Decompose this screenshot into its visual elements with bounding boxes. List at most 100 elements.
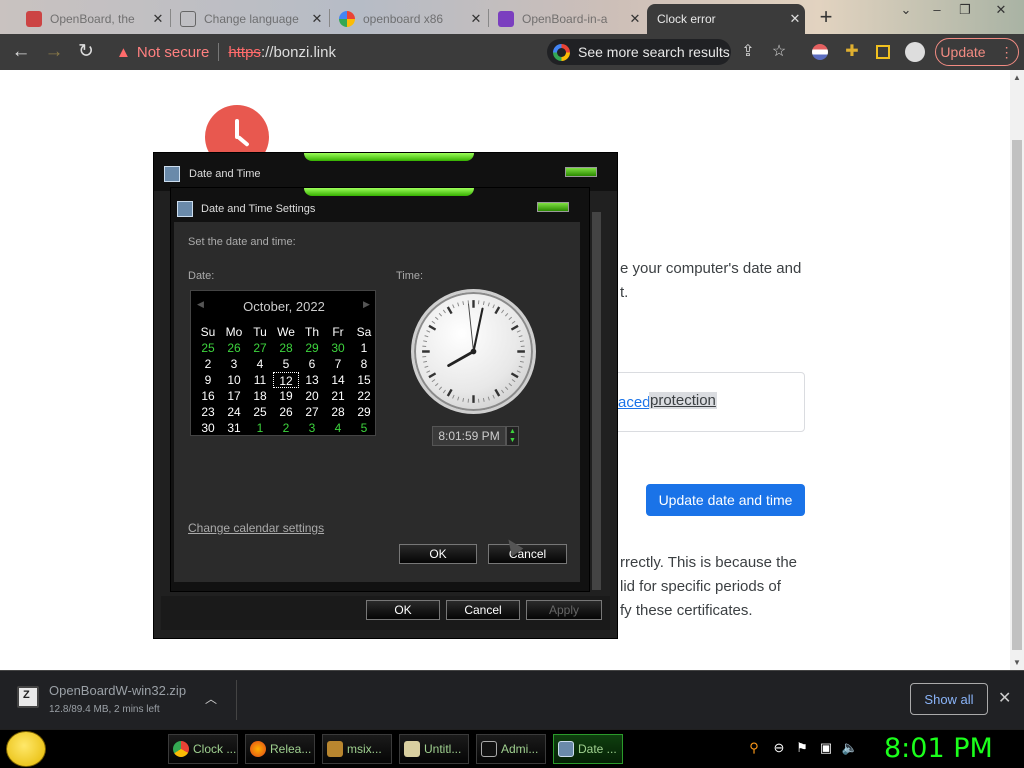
menu-dots-icon[interactable]: ⋮ — [1000, 44, 1014, 61]
restore-icon[interactable]: ❐ — [954, 0, 976, 22]
calendar-day[interactable]: 4 — [247, 356, 273, 372]
calendar-day[interactable]: 2 — [273, 420, 299, 436]
close-tab-icon[interactable]: ✕ — [307, 11, 327, 27]
volume-icon[interactable]: 🔈 — [841, 739, 859, 757]
close-dialog-button[interactable] — [565, 167, 597, 177]
close-tab-icon[interactable]: ✕ — [466, 11, 486, 27]
tab-change-language[interactable]: Change language ✕ — [172, 4, 327, 34]
download-filename[interactable]: OpenBoardW-win32.zip — [49, 683, 186, 698]
reload-icon[interactable]: ↻ — [74, 40, 98, 64]
calendar-day[interactable]: 18 — [247, 388, 273, 404]
close-icon[interactable]: ✕ — [998, 688, 1011, 708]
calendar-day[interactable]: 7 — [325, 356, 351, 372]
tab-search-icon[interactable]: ⌄ — [895, 0, 917, 22]
chevron-up-icon[interactable]: ︿ — [205, 690, 217, 707]
time-input[interactable]: 8:01:59 PM — [432, 426, 506, 446]
calendar-day[interactable]: 26 — [221, 340, 247, 356]
calendar-day[interactable]: 3 — [221, 356, 247, 372]
calendar-day[interactable]: 30 — [195, 420, 221, 436]
start-button[interactable] — [6, 731, 46, 767]
calendar-day[interactable]: 5 — [351, 420, 377, 436]
forward-icon[interactable]: → — [42, 40, 66, 64]
calendar-day[interactable]: 30 — [325, 340, 351, 356]
close-tab-icon[interactable]: ✕ — [785, 11, 805, 27]
taskbar-item-chrome[interactable]: Clock ... — [168, 734, 238, 764]
calendar-day[interactable]: 6 — [299, 356, 325, 372]
calendar-day[interactable]: 15 — [351, 372, 377, 388]
close-dialog-button[interactable] — [537, 202, 569, 212]
cancel-button[interactable]: Cancel — [488, 544, 567, 564]
calendar-day[interactable]: 25 — [247, 404, 273, 420]
action-center-flag-icon[interactable]: ⚑ — [793, 739, 811, 757]
taskbar-clock[interactable]: 8:01 PM — [884, 733, 993, 764]
calendar-day[interactable]: 26 — [273, 404, 299, 420]
calendar-day[interactable]: 27 — [247, 340, 273, 356]
taskbar-item-terminal[interactable]: Admi... — [476, 734, 546, 764]
search-results-chip[interactable]: See more search results — [547, 39, 731, 65]
update-date-time-button[interactable]: Update date and time — [646, 484, 805, 516]
taskbar-item-firefox[interactable]: Relea... — [245, 734, 315, 764]
network-icon[interactable]: ▣ — [817, 739, 835, 757]
status-icon[interactable]: ⊖ — [770, 739, 788, 757]
calendar-day[interactable]: 14 — [325, 372, 351, 388]
next-month-icon[interactable]: ▶ — [363, 299, 370, 310]
calendar-day[interactable]: 8 — [351, 356, 377, 372]
minimize-icon[interactable]: – — [926, 0, 948, 22]
spin-down-icon[interactable]: ▼ — [509, 437, 516, 444]
calendar-day[interactable]: 24 — [221, 404, 247, 420]
calendar-day[interactable]: 16 — [195, 388, 221, 404]
scroll-up-icon[interactable]: ▲ — [1013, 73, 1021, 82]
calendar-day[interactable]: 28 — [273, 340, 299, 356]
protection-text[interactable]: protection — [649, 392, 717, 409]
calendar-month[interactable]: October, 2022 — [191, 299, 377, 314]
ok-button[interactable]: OK — [366, 600, 440, 620]
enhanced-protection-link[interactable]: aced — [618, 394, 651, 411]
calendar-day[interactable]: 5 — [273, 356, 299, 372]
spin-up-icon[interactable]: ▲ — [509, 428, 516, 435]
ok-button[interactable]: OK — [399, 544, 477, 564]
show-all-button[interactable]: Show all — [910, 683, 988, 715]
tab-openboard-x86[interactable]: openboard x86 ✕ — [331, 4, 486, 34]
calendar-day[interactable]: 25 — [195, 340, 221, 356]
extensions-icon[interactable]: ✚ — [842, 42, 862, 62]
calendar-day[interactable]: 29 — [351, 404, 377, 420]
security-label[interactable]: Not secure — [137, 44, 210, 61]
taskbar-item-msix[interactable]: msix... — [322, 734, 392, 764]
calendar-day[interactable]: 28 — [325, 404, 351, 420]
calendar-day[interactable]: 22 — [351, 388, 377, 404]
scroll-down-icon[interactable]: ▼ — [1013, 658, 1021, 667]
calendar-day[interactable]: 17 — [221, 388, 247, 404]
calendar-day[interactable]: 2 — [195, 356, 221, 372]
calendar-day[interactable]: 21 — [325, 388, 351, 404]
avatar[interactable] — [905, 42, 925, 62]
tab-openboard[interactable]: OpenBoard, the ✕ — [18, 4, 168, 34]
side-panel-icon[interactable] — [876, 45, 890, 59]
calendar-day[interactable]: 9 — [195, 372, 221, 388]
calendar[interactable]: ◀ October, 2022 ▶ Su Mo Tu We Th Fr Sa 25 26 27 28… — [190, 290, 376, 436]
calendar-day[interactable]: 29 — [299, 340, 325, 356]
apply-button[interactable]: Apply — [526, 600, 602, 620]
tab-clock-error[interactable]: Clock error ✕ — [647, 4, 805, 34]
calendar-day[interactable]: 19 — [273, 388, 299, 404]
time-spinner[interactable]: ▲ ▼ — [506, 426, 519, 446]
search-icon[interactable]: ⚲ — [745, 739, 763, 757]
calendar-day[interactable]: 1 — [351, 340, 377, 356]
calendar-day[interactable]: 3 — [299, 420, 325, 436]
taskbar-item-paint[interactable]: Untitl... — [399, 734, 469, 764]
calendar-day[interactable]: 1 — [247, 420, 273, 436]
calendar-day[interactable]: 12 — [273, 372, 299, 388]
change-calendar-settings-link[interactable]: Change calendar settings — [188, 521, 324, 535]
calendar-day[interactable]: 27 — [299, 404, 325, 420]
calendar-day[interactable]: 10 — [221, 372, 247, 388]
back-icon[interactable]: ← — [9, 40, 33, 64]
tab-openboard-in-a[interactable]: OpenBoard-in-a ✕ — [490, 4, 645, 34]
calendar-day[interactable]: 31 — [221, 420, 247, 436]
new-tab-button[interactable]: + — [814, 4, 838, 30]
cancel-button[interactable]: Cancel — [446, 600, 520, 620]
calendar-day[interactable]: 13 — [299, 372, 325, 388]
calendar-day[interactable]: 11 — [247, 372, 273, 388]
calendar-day[interactable]: 4 — [325, 420, 351, 436]
calendar-day[interactable]: 23 — [195, 404, 221, 420]
share-icon[interactable]: ⇪ — [738, 42, 758, 62]
profile-flag-icon[interactable] — [812, 44, 828, 60]
